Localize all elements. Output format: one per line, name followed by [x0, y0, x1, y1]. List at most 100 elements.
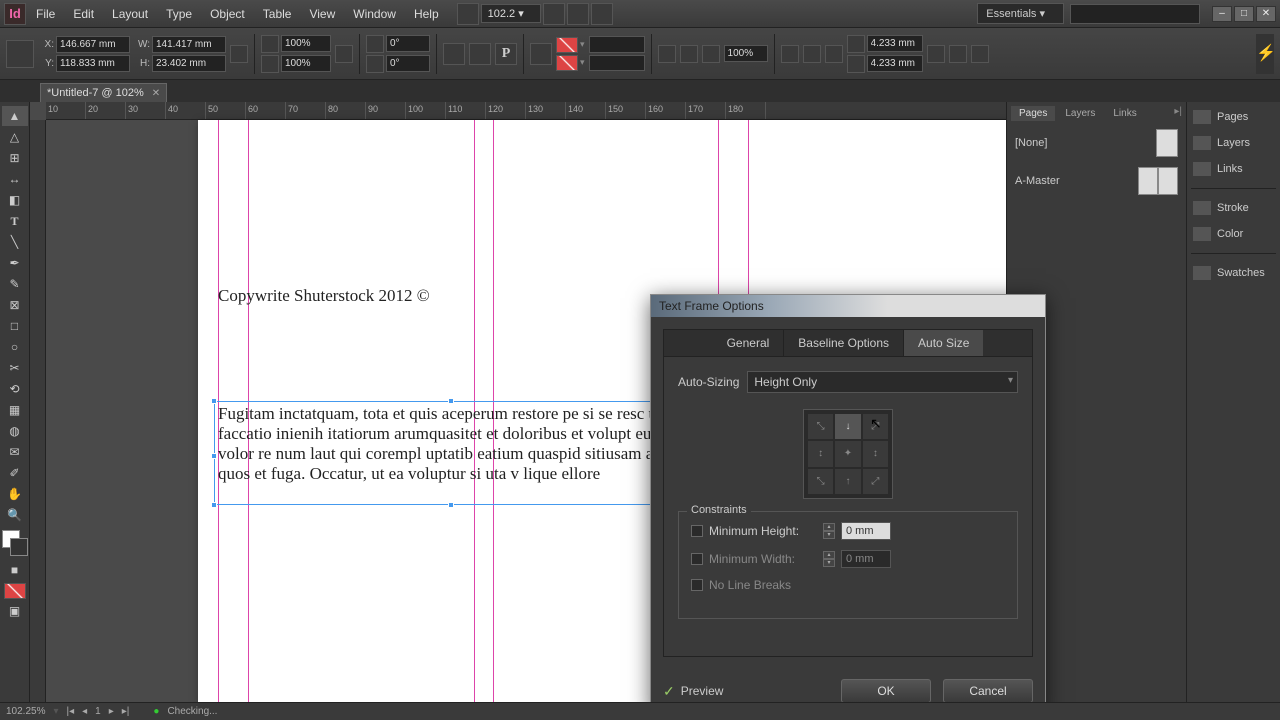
- view-options-icon[interactable]: [543, 3, 565, 25]
- content-collector-tool[interactable]: ◧: [2, 190, 28, 210]
- eyedropper-tool[interactable]: ✐: [2, 463, 28, 483]
- h-field[interactable]: [152, 55, 226, 72]
- pen-tool[interactable]: ✒: [2, 253, 28, 273]
- ellipse-tool[interactable]: ○: [2, 337, 28, 357]
- panel-links[interactable]: Links: [1191, 158, 1276, 180]
- ref-br[interactable]: ⤢: [863, 469, 888, 494]
- menu-view[interactable]: View: [301, 3, 343, 25]
- zoom-tool[interactable]: 🔍: [2, 505, 28, 525]
- scissors-tool[interactable]: ✂: [2, 358, 28, 378]
- page-nav-first-icon[interactable]: |◂: [67, 706, 75, 717]
- wrap-1-icon[interactable]: [781, 45, 799, 63]
- apply-color-icon[interactable]: ■: [2, 560, 28, 580]
- note-tool[interactable]: ✉: [2, 442, 28, 462]
- page-nav-next-icon[interactable]: ▸: [109, 706, 114, 717]
- view-mode-icon[interactable]: ▣: [2, 601, 28, 621]
- page-nav-last-icon[interactable]: ▸|: [122, 706, 130, 717]
- panel-tab-links[interactable]: Links: [1105, 106, 1144, 121]
- misc-icon-3[interactable]: [971, 45, 989, 63]
- stroke-weight-field[interactable]: [589, 36, 645, 53]
- type-tool[interactable]: T: [2, 211, 28, 231]
- container-select-icon[interactable]: P: [495, 43, 517, 65]
- menu-edit[interactable]: Edit: [65, 3, 102, 25]
- menu-type[interactable]: Type: [158, 3, 200, 25]
- ref-mc[interactable]: ✦: [835, 441, 860, 466]
- menu-layout[interactable]: Layout: [104, 3, 156, 25]
- fill-stroke-wells[interactable]: [2, 530, 28, 556]
- rectangle-frame-tool[interactable]: ⊠: [2, 295, 28, 315]
- min-height-field[interactable]: [841, 522, 891, 540]
- stroke-swatch-icon[interactable]: [556, 55, 578, 71]
- selected-text-frame[interactable]: [214, 401, 682, 505]
- hand-tool[interactable]: ✋: [2, 484, 28, 504]
- zoom-level[interactable]: 102.2 ▾: [481, 4, 541, 23]
- page-tool[interactable]: ⊞: [2, 148, 28, 168]
- corner-icon-2[interactable]: [847, 55, 865, 73]
- stroke-style-dd[interactable]: [589, 55, 645, 71]
- corner-field-2[interactable]: [867, 55, 923, 72]
- direct-selection-tool[interactable]: △: [2, 127, 28, 147]
- screen-mode-icon[interactable]: [567, 3, 589, 25]
- text-frame-1[interactable]: Copywrite Shuterstock 2012 ©: [218, 286, 430, 306]
- dialog-title[interactable]: Text Frame Options: [651, 295, 1045, 317]
- fx-icon-2[interactable]: [680, 45, 698, 63]
- quick-apply-icon[interactable]: ⚡: [1256, 34, 1274, 74]
- arrange-icon[interactable]: [591, 3, 613, 25]
- menu-object[interactable]: Object: [202, 3, 253, 25]
- free-transform-tool[interactable]: ⟲: [2, 379, 28, 399]
- min-h-step-up[interactable]: ▴: [823, 523, 835, 531]
- ref-tr[interactable]: ⤢: [863, 414, 888, 439]
- x-field[interactable]: [56, 36, 130, 53]
- tab-general[interactable]: General: [713, 330, 785, 356]
- ref-bl[interactable]: ⤡: [808, 469, 833, 494]
- search-input[interactable]: [1070, 4, 1200, 24]
- rectangle-tool[interactable]: □: [2, 316, 28, 336]
- flip-icon[interactable]: [469, 43, 491, 65]
- select-content-icon[interactable]: [530, 43, 552, 65]
- panel-layers[interactable]: Layers: [1191, 132, 1276, 154]
- scale-x-field[interactable]: [281, 35, 331, 52]
- min-h-step-down[interactable]: ▾: [823, 531, 835, 539]
- fx-icon-3[interactable]: [702, 45, 720, 63]
- gradient-feather-tool[interactable]: ◍: [2, 421, 28, 441]
- selection-tool[interactable]: ▲: [2, 106, 28, 126]
- gap-tool[interactable]: ↔: [2, 169, 28, 189]
- panel-tab-pages[interactable]: Pages: [1011, 106, 1055, 121]
- flip-rotate-icon[interactable]: [443, 43, 465, 65]
- fx-icon-1[interactable]: [658, 45, 676, 63]
- master-a-row[interactable]: A-Master: [1015, 167, 1178, 195]
- min-height-checkbox[interactable]: [691, 525, 703, 537]
- line-tool[interactable]: ╲: [2, 232, 28, 252]
- page-nav-prev-icon[interactable]: ◂: [82, 706, 87, 717]
- menu-file[interactable]: File: [28, 3, 63, 25]
- scale-y-field[interactable]: [281, 55, 331, 72]
- ref-ml[interactable]: ↕: [808, 441, 833, 466]
- y-field[interactable]: [56, 55, 130, 72]
- fill-swatch-icon[interactable]: [556, 37, 578, 53]
- constrain-scale-icon[interactable]: [335, 45, 353, 63]
- panel-stroke[interactable]: Stroke: [1191, 197, 1276, 219]
- maximize-button[interactable]: □: [1234, 6, 1254, 22]
- tab-baseline-options[interactable]: Baseline Options: [784, 330, 904, 356]
- panel-collapse-icon[interactable]: ▸|: [1174, 106, 1182, 121]
- status-page[interactable]: 1: [95, 706, 101, 717]
- wrap-3-icon[interactable]: [825, 45, 843, 63]
- preflight-status[interactable]: Checking...: [167, 706, 217, 717]
- reference-point-icon[interactable]: [6, 40, 34, 68]
- constrain-wh-icon[interactable]: [230, 45, 248, 63]
- cancel-button[interactable]: Cancel: [943, 679, 1033, 703]
- apply-none-icon[interactable]: [4, 583, 26, 599]
- ref-mr[interactable]: ↕: [863, 441, 888, 466]
- tab-close-icon[interactable]: ✕: [152, 88, 160, 99]
- corner-icon[interactable]: [847, 35, 865, 53]
- pencil-tool[interactable]: ✎: [2, 274, 28, 294]
- misc-icon-2[interactable]: [949, 45, 967, 63]
- misc-icon-1[interactable]: [927, 45, 945, 63]
- tab-auto-size[interactable]: Auto Size: [904, 330, 983, 356]
- status-zoom[interactable]: 102.25%: [6, 706, 45, 717]
- document-tab[interactable]: *Untitled-7 @ 102% ✕: [40, 83, 167, 102]
- minimize-button[interactable]: –: [1212, 6, 1232, 22]
- close-button[interactable]: ✕: [1256, 6, 1276, 22]
- ref-tc[interactable]: ↓: [835, 414, 860, 439]
- wrap-2-icon[interactable]: [803, 45, 821, 63]
